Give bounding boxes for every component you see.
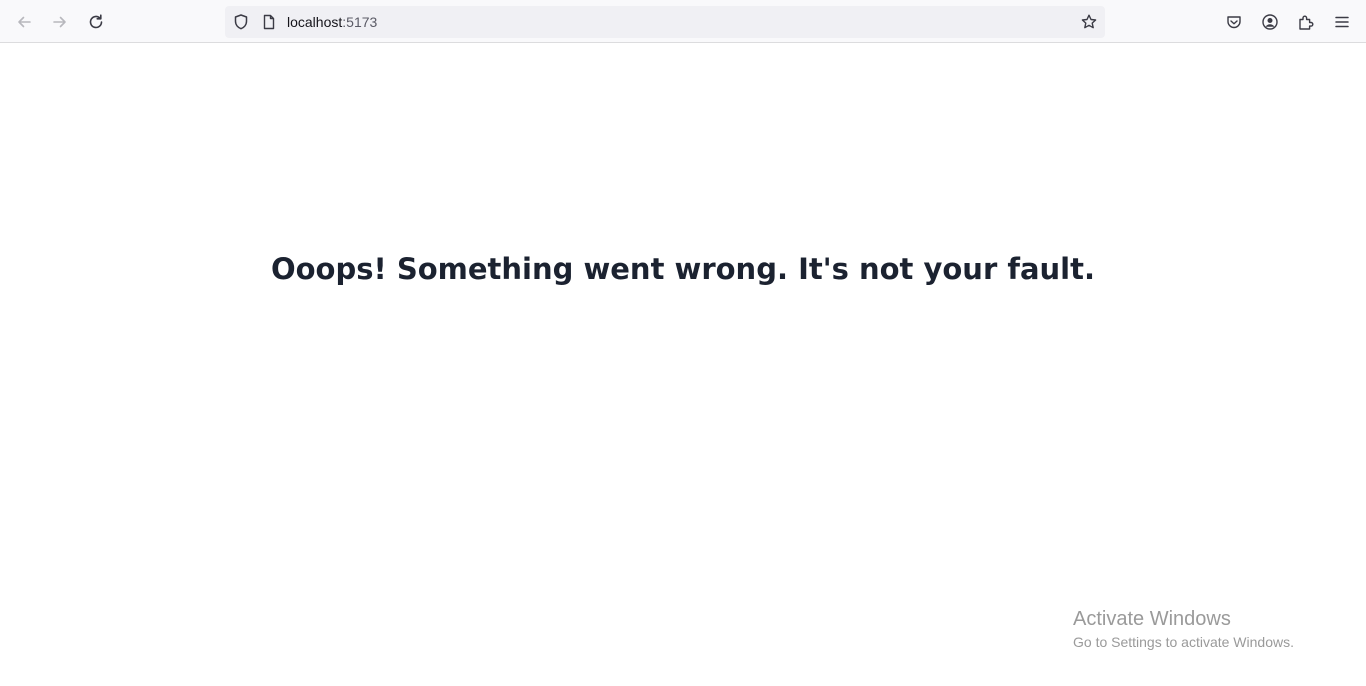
pocket-icon bbox=[1227, 16, 1241, 29]
back-arrow-icon bbox=[18, 16, 31, 28]
reload-button[interactable] bbox=[81, 7, 111, 37]
forward-arrow-icon bbox=[53, 16, 66, 28]
account-icon bbox=[1262, 14, 1278, 30]
account-button[interactable] bbox=[1255, 7, 1285, 37]
hamburger-menu-icon bbox=[1335, 16, 1349, 28]
reload-icon bbox=[89, 14, 103, 29]
extensions-icon bbox=[1299, 15, 1314, 30]
watermark-title: Activate Windows bbox=[1073, 608, 1231, 630]
url-host: localhost bbox=[287, 14, 343, 30]
star-icon[interactable] bbox=[1080, 13, 1098, 31]
watermark-subtitle: Go to Settings to activate Windows. bbox=[1073, 634, 1294, 650]
url-text[interactable]: localhost:5173 bbox=[287, 13, 377, 31]
pocket-button[interactable] bbox=[1219, 7, 1249, 37]
page-content: Ooops! Something went wrong. It's not yo… bbox=[0, 43, 1366, 686]
error-message: Ooops! Something went wrong. It's not yo… bbox=[270, 252, 1096, 286]
url-port: :5173 bbox=[342, 14, 378, 30]
menu-button[interactable] bbox=[1327, 7, 1357, 37]
page-icon[interactable] bbox=[260, 13, 278, 31]
url-bar[interactable]: localhost:5173 bbox=[225, 6, 1105, 38]
forward-button[interactable] bbox=[45, 7, 75, 37]
back-button[interactable] bbox=[9, 7, 39, 37]
browser-toolbar: localhost:5173 bbox=[0, 0, 1366, 43]
shield-icon[interactable] bbox=[232, 13, 250, 31]
windows-activation-watermark: Activate Windows Go to Settings to activ… bbox=[1073, 607, 1294, 652]
extensions-button[interactable] bbox=[1291, 7, 1321, 37]
